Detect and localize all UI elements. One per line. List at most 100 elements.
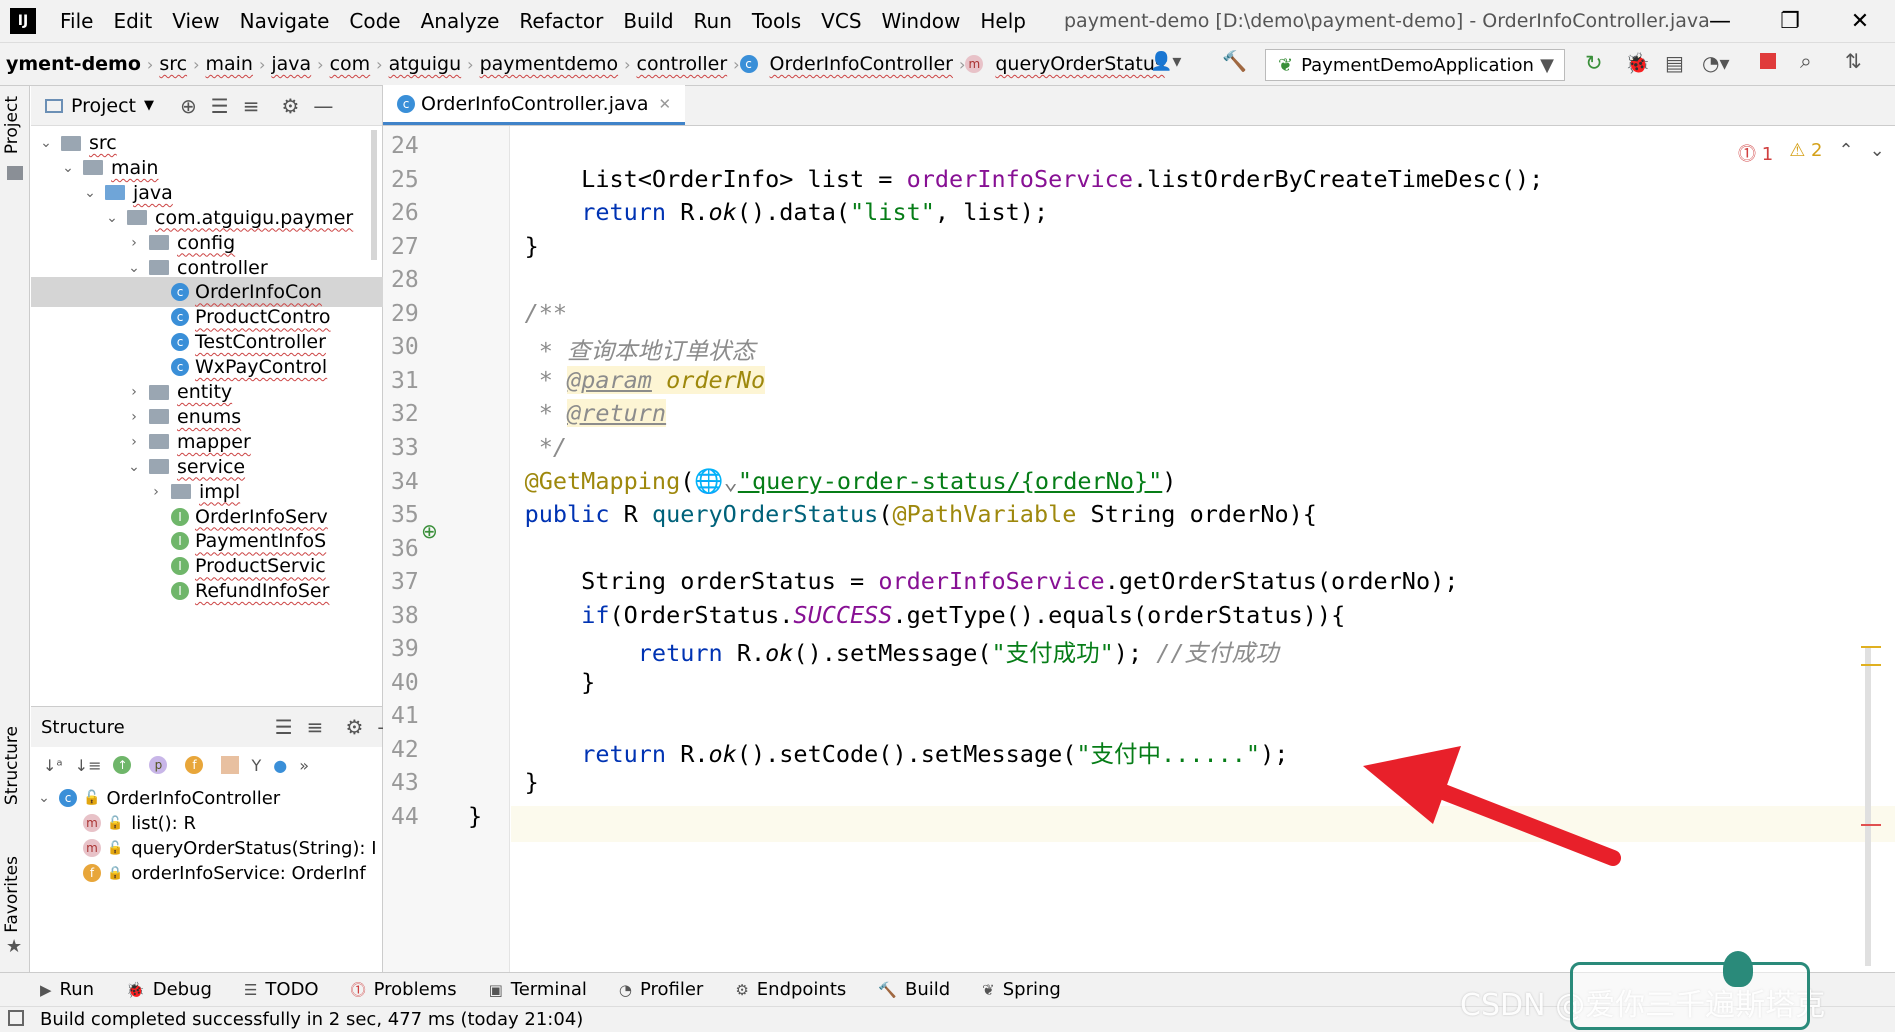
menu-window[interactable]: Window <box>872 9 971 33</box>
gear-icon[interactable]: ⚙ <box>281 94 299 118</box>
menu-tools[interactable]: Tools <box>742 9 811 33</box>
breadcrumb-item[interactable]: paymentdemo <box>474 53 625 75</box>
menu-refactor[interactable]: Refactor <box>509 9 613 33</box>
show-properties-icon[interactable]: p <box>149 756 168 774</box>
minimize-icon[interactable]: — <box>1685 0 1755 42</box>
chevron-right-icon[interactable]: › <box>127 235 141 251</box>
code-area[interactable]: List<OrderInfo> list = orderInfoService.… <box>468 126 1895 972</box>
menu-edit[interactable]: Edit <box>103 9 162 33</box>
chevron-right-icon[interactable]: › <box>127 434 141 450</box>
hide-icon[interactable]: — <box>313 94 333 118</box>
show-non-public-icon[interactable] <box>221 756 240 774</box>
intellij-logo-icon: IJ <box>10 8 36 34</box>
collapse-all-icon[interactable]: ≡ <box>243 94 260 118</box>
stop-icon[interactable] <box>1760 53 1776 69</box>
menu-code[interactable]: Code <box>339 9 410 33</box>
breadcrumb-item[interactable]: atguigu <box>383 53 468 75</box>
menu-vcs[interactable]: VCS <box>811 9 871 33</box>
field-icon: f <box>83 864 101 882</box>
tool-spring[interactable]: ❦ Spring <box>966 979 1077 1000</box>
chevron-down-icon[interactable]: ⌄ <box>83 185 97 201</box>
chevron-down-icon[interactable]: ▼ <box>144 98 154 113</box>
tree-item-refundinfoser[interactable]: I RefundInfoSer <box>31 576 383 606</box>
favorites-side-tab[interactable]: Favorites <box>2 856 22 933</box>
more-icon[interactable]: » <box>299 756 309 775</box>
tool-terminal[interactable]: ▣ Terminal <box>473 979 603 1000</box>
profiler-icon[interactable]: ◔▾ <box>1702 51 1730 75</box>
tab-orderinfocontroller[interactable]: c OrderInfoController.java ✕ <box>383 85 686 125</box>
breadcrumb-item[interactable]: yment-demo <box>0 53 147 75</box>
project-panel-title[interactable]: Project <box>71 95 136 117</box>
close-icon[interactable]: ✕ <box>1825 0 1895 42</box>
tool-todo[interactable]: ☰ TODO <box>228 979 335 1000</box>
coverage-icon[interactable]: ▤ <box>1665 51 1684 75</box>
build-hammer-icon[interactable]: 🔨 <box>1222 49 1247 73</box>
restore-icon[interactable]: ❐ <box>1755 0 1825 42</box>
tree-item-label: ProductContro <box>195 306 331 329</box>
tool-profiler[interactable]: ◔ Profiler <box>603 979 719 1000</box>
structure-panel: Structure ☰ ≡ ⚙ — ↓ᵃ ↓≡ ↑ p f Y ● » ⌄ c … <box>31 706 397 972</box>
profiler-icon: ◔ <box>618 980 632 999</box>
collapse-all-icon[interactable]: ≡ <box>307 715 324 739</box>
menu-build[interactable]: Build <box>613 9 683 33</box>
show-anonymous-icon[interactable]: ● <box>273 756 287 775</box>
editor-scrollbar[interactable] <box>1865 646 1871 966</box>
breadcrumb-item[interactable]: main <box>199 53 258 75</box>
sort-alpha-icon[interactable]: ↓ᵃ <box>43 756 63 775</box>
layout-icon[interactable] <box>8 1010 24 1026</box>
breadcrumb-item[interactable]: java <box>265 53 317 75</box>
breadcrumb-item[interactable]: c OrderInfoController <box>739 53 959 75</box>
line-number: 29 <box>391 300 419 327</box>
search-icon[interactable]: ⌕ <box>1800 49 1812 74</box>
user-icon[interactable]: 👤▾ <box>1150 51 1181 72</box>
chevron-right-icon[interactable]: › <box>127 384 141 400</box>
tool-build[interactable]: 🔨 Build <box>862 979 966 1000</box>
menu-help[interactable]: Help <box>970 9 1036 33</box>
chevron-right-icon[interactable]: › <box>149 484 163 500</box>
show-lambdas-icon[interactable]: Y <box>251 756 261 775</box>
locate-icon[interactable]: ⊕ <box>180 94 197 118</box>
expand-all-icon[interactable]: ☰ <box>211 94 229 118</box>
breadcrumb-label: com <box>329 53 371 75</box>
breadcrumb-item[interactable]: com <box>324 53 377 75</box>
breadcrumb-item[interactable]: src <box>153 53 193 75</box>
update-icon[interactable]: ⇅ <box>1845 49 1862 73</box>
expand-all-icon[interactable]: ☰ <box>275 715 293 739</box>
debug-icon[interactable]: 🐞 <box>1625 51 1650 75</box>
structure-member[interactable]: f 🔒 orderInfoService: OrderInf <box>83 858 366 888</box>
sort-visibility-icon[interactable]: ↓≡ <box>75 756 102 775</box>
menu-view[interactable]: View <box>162 9 229 33</box>
close-icon[interactable]: ✕ <box>659 95 672 113</box>
rerun-icon[interactable]: ↻ <box>1585 51 1603 75</box>
tree-item-label: service <box>177 455 246 478</box>
chevron-down-icon[interactable]: ⌄ <box>39 135 53 151</box>
tool-run[interactable]: ▶ Run <box>0 979 110 1000</box>
tool-label: Terminal <box>510 979 587 1000</box>
tool-debug[interactable]: 🐞 Debug <box>110 979 228 1000</box>
tool-problems[interactable]: ⓵ Problems <box>335 979 473 1000</box>
menu-run[interactable]: Run <box>684 9 742 33</box>
tool-label: Spring <box>1002 979 1061 1000</box>
chevron-down-icon: ⌄ <box>38 790 50 806</box>
project-side-tab[interactable]: Project <box>2 96 22 154</box>
code-line: if(OrderStatus.SUCCESS.getType().equals(… <box>581 600 1346 629</box>
code-line: @GetMapping(🌐⌄"query-order-status/{order… <box>524 466 1177 495</box>
project-scrollbar[interactable] <box>371 130 377 260</box>
chevron-right-icon[interactable]: › <box>127 409 141 425</box>
structure-side-tab[interactable]: Structure <box>2 726 22 805</box>
chevron-down-icon[interactable]: ⌄ <box>127 260 141 276</box>
menu-analyze[interactable]: Analyze <box>411 9 510 33</box>
gear-icon[interactable]: ⚙ <box>345 715 363 739</box>
menu-navigate[interactable]: Navigate <box>230 9 340 33</box>
spring-endpoint-gutter-icon[interactable]: ⊕ <box>421 519 438 543</box>
show-fields-icon[interactable]: f <box>185 756 204 774</box>
run-configuration-select[interactable]: ❦ PaymentDemoApplication ▼ <box>1265 49 1565 81</box>
tool-endpoints[interactable]: ⚙ Endpoints <box>719 979 862 1000</box>
menu-file[interactable]: File <box>50 9 103 33</box>
breadcrumb-item[interactable]: controller <box>631 53 734 75</box>
chevron-down-icon[interactable]: ⌄ <box>105 210 119 226</box>
show-inherited-icon[interactable]: ↑ <box>113 756 132 774</box>
chevron-down-icon[interactable]: ⌄ <box>61 160 75 176</box>
breadcrumb-item[interactable]: m queryOrderStatus <box>965 53 1170 75</box>
chevron-down-icon[interactable]: ⌄ <box>127 459 141 475</box>
